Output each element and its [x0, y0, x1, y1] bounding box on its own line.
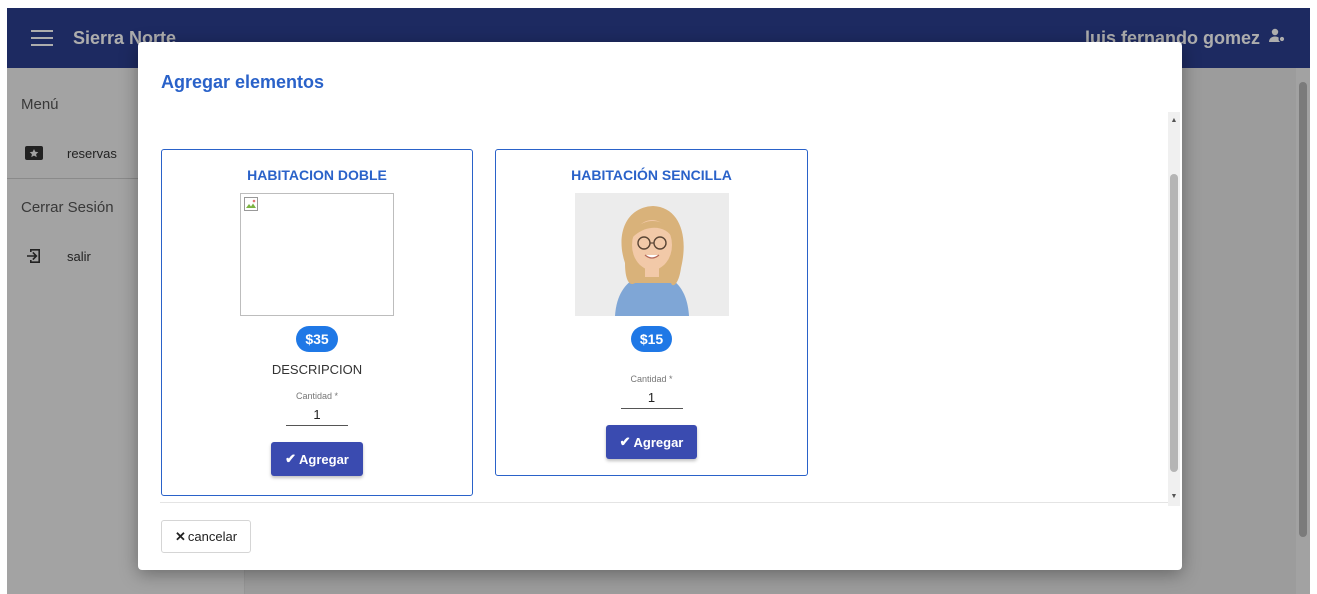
- quantity-label: Cantidad *: [295, 391, 339, 401]
- product-name: HABITACIÓN SENCILLA: [571, 167, 732, 183]
- broken-image-icon: [244, 197, 258, 214]
- scroll-down-arrow-icon[interactable]: ▼: [1168, 490, 1180, 504]
- product-card: HABITACION DOBLE $35 DESCRIPCION Cantida…: [161, 149, 473, 496]
- product-description: DESCRIPCION: [271, 362, 363, 377]
- close-icon: ✕: [175, 528, 186, 544]
- add-button[interactable]: ✔ Agregar: [605, 425, 698, 459]
- add-elements-dialog: Agregar elementos HABITACION DOBLE $35 D…: [138, 42, 1182, 570]
- dialog-scrollbar[interactable]: ▲ ▼: [1168, 112, 1180, 506]
- dialog-title: Agregar elementos: [161, 72, 325, 92]
- dialog-actions-divider: [160, 502, 1168, 503]
- check-icon: ✔: [619, 434, 631, 449]
- cancel-button-label: cancelar: [187, 529, 238, 544]
- cancel-button[interactable]: ✕ cancelar: [161, 520, 252, 553]
- product-image-broken: [240, 193, 394, 316]
- scroll-up-arrow-icon[interactable]: ▲: [1168, 114, 1180, 128]
- quantity-input[interactable]: [286, 404, 348, 426]
- product-photo: [574, 193, 729, 316]
- add-button[interactable]: ✔ Agregar: [271, 442, 363, 476]
- quantity-input[interactable]: [620, 387, 683, 409]
- check-icon: ✔: [285, 451, 297, 466]
- product-card: HABITACIÓN SENCILLA $15 Cantidad * ✔Agre…: [495, 149, 808, 476]
- quantity-label: Cantidad *: [630, 374, 673, 384]
- add-button-label: Agregar: [633, 434, 684, 450]
- product-name: HABITACION DOBLE: [247, 167, 387, 183]
- price-badge: $35: [296, 326, 338, 352]
- add-button-label: Agregar: [299, 451, 349, 467]
- dialog-scrollbar-thumb[interactable]: [1170, 174, 1178, 472]
- price-badge: $15: [630, 326, 673, 352]
